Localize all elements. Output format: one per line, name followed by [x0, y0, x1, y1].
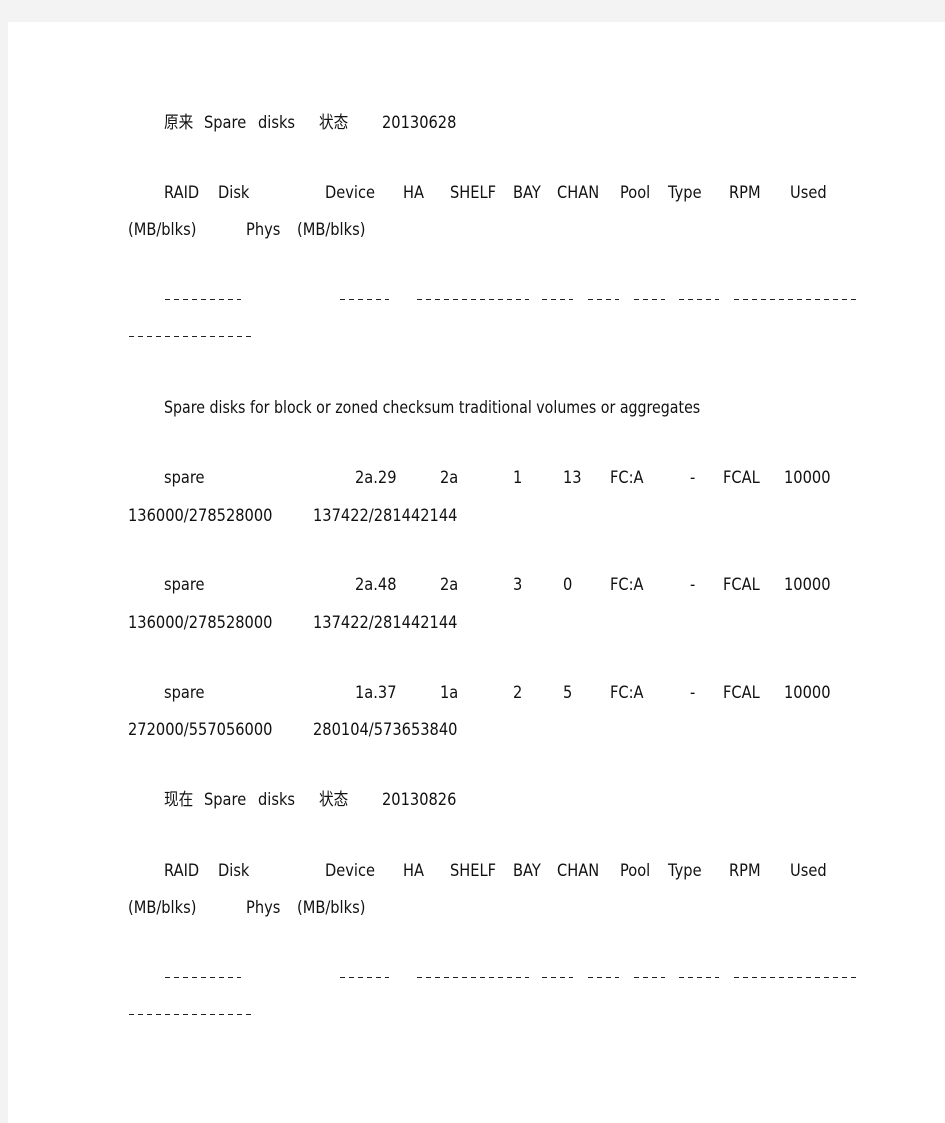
title-date: 20130826 — [382, 790, 457, 810]
cell-bay: 5 — [563, 683, 573, 703]
cell-type: FCAL — [723, 683, 760, 703]
dash-group — [417, 977, 529, 978]
separator-line — [8, 1005, 945, 1025]
cell-shelf: 2 — [513, 683, 523, 703]
dash-group — [165, 299, 241, 300]
col-bay: BAY — [513, 183, 541, 203]
col-type: Type — [668, 183, 702, 203]
document-page: 原来 Spare disks 状态 20130628 RAID Disk Dev… — [8, 22, 945, 1123]
col-used-units: (MB/blks) — [128, 898, 197, 918]
dash-group — [588, 977, 619, 978]
title-label: 原来 — [164, 113, 194, 133]
dash-group — [734, 299, 856, 300]
cell-chan: FC:A — [610, 683, 644, 703]
title-word: Spare — [204, 790, 247, 810]
title-word: disks — [258, 790, 296, 810]
title-word: Spare — [204, 113, 247, 133]
cell-rpm: 10000 — [784, 575, 831, 595]
col-rpm: RPM — [729, 861, 761, 881]
cell-pool: - — [690, 468, 696, 488]
col-disk: Disk — [218, 861, 250, 881]
cell-type: FCAL — [723, 468, 760, 488]
dash-group — [679, 977, 719, 978]
cell-shelf: 3 — [513, 575, 523, 595]
title-word: 状态 — [319, 113, 349, 133]
col-pool: Pool — [620, 183, 651, 203]
cell-bay: 13 — [563, 468, 582, 488]
separator-line — [8, 290, 945, 310]
dash-group — [542, 977, 573, 978]
dash-group — [129, 336, 251, 337]
cell-bay: 0 — [563, 575, 573, 595]
dash-group — [129, 1014, 251, 1015]
cell-raid: spare — [164, 575, 205, 595]
cell-chan: FC:A — [610, 468, 644, 488]
title-word: disks — [258, 113, 296, 133]
cell-rpm: 10000 — [784, 683, 831, 703]
title-word: 状态 — [319, 790, 349, 810]
col-shelf: SHELF — [450, 861, 497, 881]
dash-group — [165, 977, 241, 978]
cell-pool: - — [690, 683, 696, 703]
dash-group — [417, 299, 529, 300]
cell-used: 272000/557056000 — [128, 720, 273, 740]
cell-rpm: 10000 — [784, 468, 831, 488]
col-type: Type — [668, 861, 702, 881]
col-phys-units: (MB/blks) — [297, 898, 366, 918]
col-phys: Phys — [246, 898, 281, 918]
dash-group — [588, 299, 619, 300]
cell-type: FCAL — [723, 575, 760, 595]
col-raid: RAID — [164, 183, 200, 203]
group-heading: Spare disks for block or zoned checksum … — [164, 398, 701, 418]
cell-pool: - — [690, 575, 696, 595]
col-phys-units: (MB/blks) — [297, 220, 366, 240]
cell-phys: 280104/573653840 — [313, 720, 458, 740]
dash-group — [634, 977, 665, 978]
col-disk: Disk — [218, 183, 250, 203]
col-raid: RAID — [164, 861, 200, 881]
title-date: 20130628 — [382, 113, 457, 133]
cell-device: 1a.37 — [355, 683, 397, 703]
col-chan: CHAN — [557, 861, 600, 881]
separator-line — [8, 327, 945, 347]
cell-device: 2a.29 — [355, 468, 397, 488]
separator-line — [8, 968, 945, 988]
col-chan: CHAN — [557, 183, 600, 203]
title-label: 现在 — [164, 790, 194, 810]
cell-raid: spare — [164, 683, 205, 703]
col-ha: HA — [403, 183, 425, 203]
col-used: Used — [790, 861, 827, 881]
dash-group — [734, 977, 856, 978]
col-shelf: SHELF — [450, 183, 497, 203]
cell-ha: 2a — [440, 575, 459, 595]
cell-ha: 2a — [440, 468, 459, 488]
col-rpm: RPM — [729, 183, 761, 203]
cell-phys: 137422/281442144 — [313, 506, 458, 526]
col-phys: Phys — [246, 220, 281, 240]
col-used: Used — [790, 183, 827, 203]
col-pool: Pool — [620, 861, 651, 881]
cell-phys: 137422/281442144 — [313, 613, 458, 633]
cell-shelf: 1 — [513, 468, 523, 488]
col-ha: HA — [403, 861, 425, 881]
col-bay: BAY — [513, 861, 541, 881]
dash-group — [634, 299, 665, 300]
cell-used: 136000/278528000 — [128, 613, 273, 633]
dash-group — [542, 299, 573, 300]
cell-used: 136000/278528000 — [128, 506, 273, 526]
dash-group — [340, 299, 389, 300]
cell-device: 2a.48 — [355, 575, 397, 595]
dash-group — [340, 977, 389, 978]
cell-ha: 1a — [440, 683, 459, 703]
col-device: Device — [325, 183, 376, 203]
cell-chan: FC:A — [610, 575, 644, 595]
dash-group — [679, 299, 719, 300]
col-device: Device — [325, 861, 376, 881]
col-used-units: (MB/blks) — [128, 220, 197, 240]
cell-raid: spare — [164, 468, 205, 488]
